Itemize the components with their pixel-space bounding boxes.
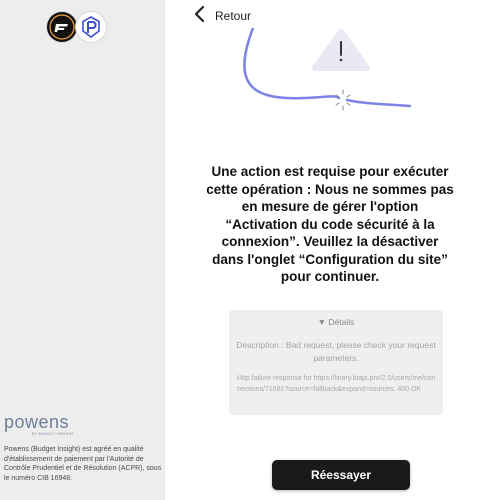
details-panel: ▼ Détails Description : Bad request, ple…	[229, 310, 443, 415]
sidebar: powens BY BUDGET INSIGHT Powens (Budget …	[0, 0, 165, 500]
back-button[interactable]: Retour	[193, 5, 252, 28]
warning-triangle-icon	[312, 29, 370, 71]
bank-logo-icon	[47, 12, 77, 42]
details-toggle[interactable]: ▼ Détails	[229, 317, 443, 327]
brand-name: powens	[4, 412, 70, 432]
chevron-left-icon	[193, 5, 207, 28]
error-illustration	[243, 28, 412, 111]
powens-brand: powens BY BUDGET INSIGHT	[4, 413, 124, 436]
powens-p-logo-icon	[76, 12, 106, 42]
error-description: Description : Bad request, please check …	[236, 340, 436, 363]
back-label: Retour	[215, 9, 252, 23]
error-raw-response: Http failure response for https://linary…	[237, 375, 436, 393]
legal-notice: Powens (Budget Insight) est agréé en qua…	[4, 446, 162, 482]
brand-tagline: BY BUDGET INSIGHT	[32, 432, 75, 436]
retry-button[interactable]: Réessayer	[272, 460, 410, 490]
error-message: Une action est requise pour exécuter cet…	[206, 164, 454, 284]
partner-logos	[47, 12, 109, 42]
app-window: powens BY BUDGET INSIGHT Powens (Budget …	[0, 0, 486, 500]
main-panel: Retour Une action est requise pour exécu…	[165, 0, 486, 500]
